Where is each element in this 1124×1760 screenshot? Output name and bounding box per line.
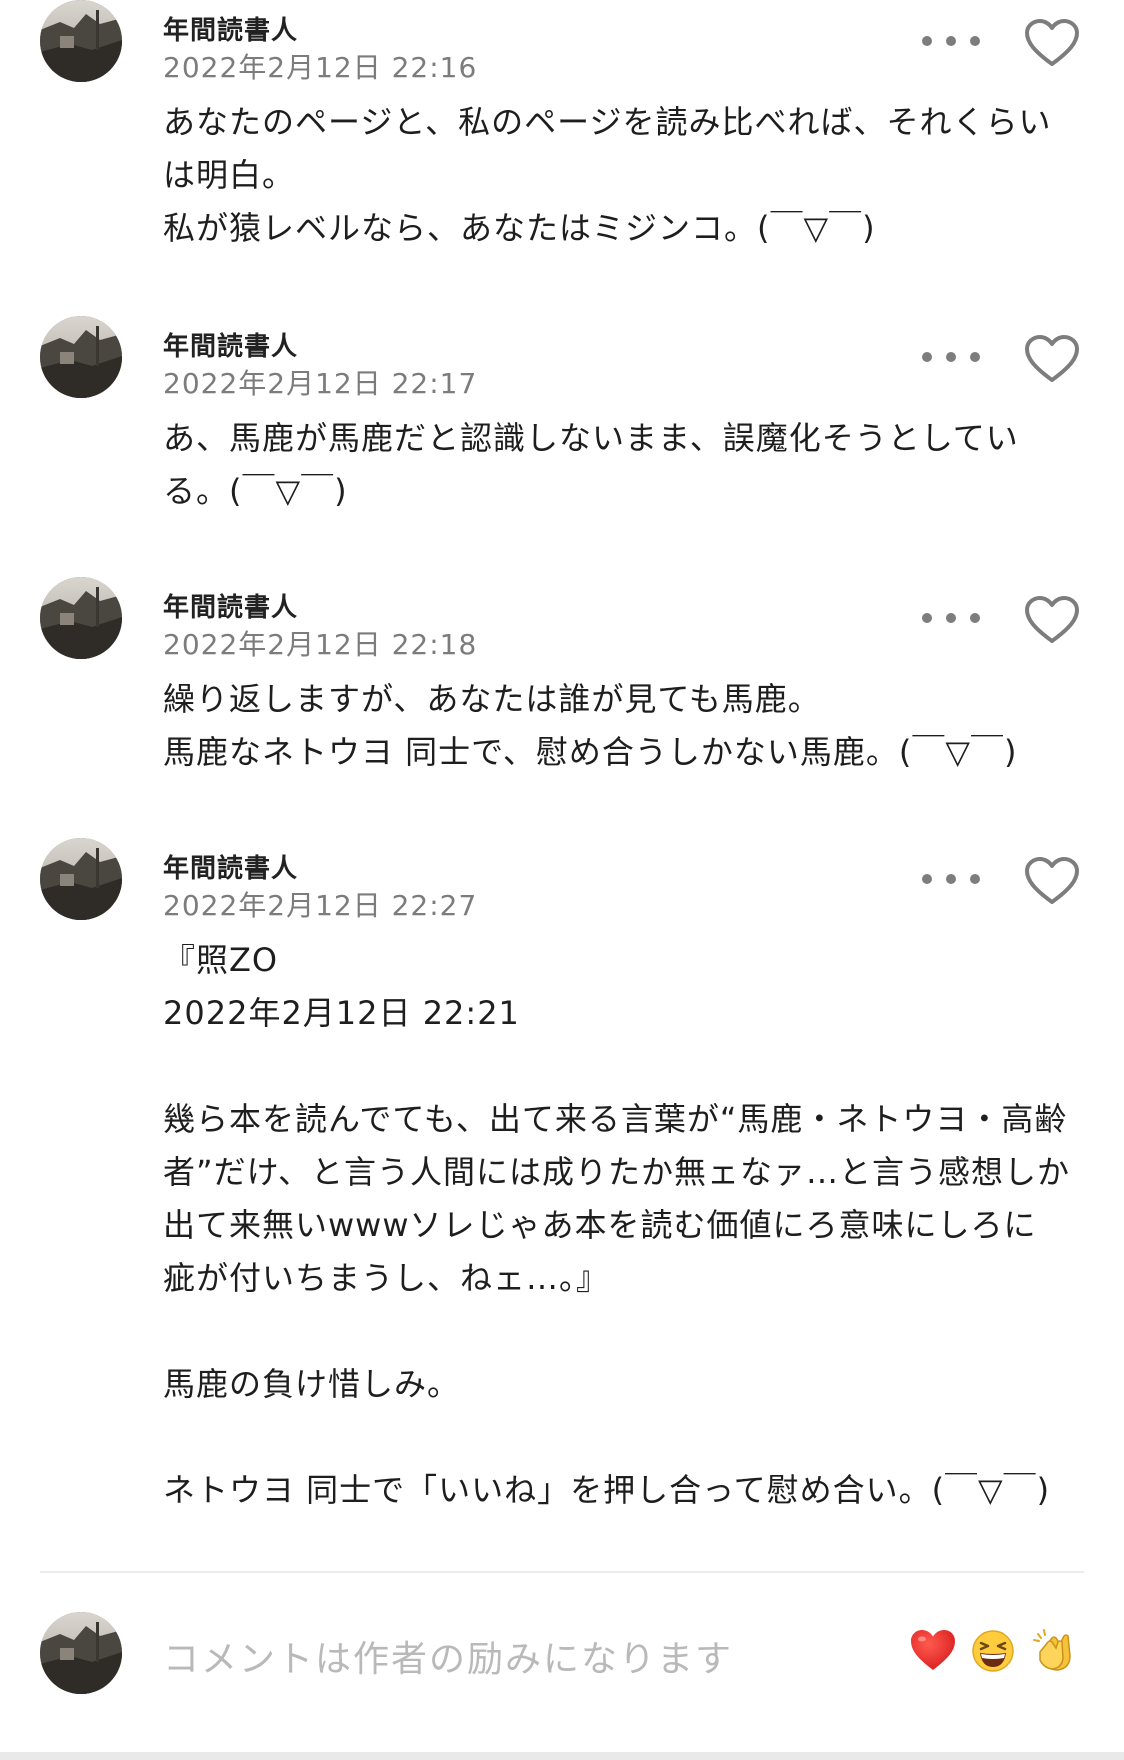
avatar[interactable] <box>40 316 122 398</box>
like-heart-icon[interactable] <box>1024 595 1080 645</box>
comment-date: 2022年2月12日 22:16 <box>163 51 478 84</box>
like-heart-icon[interactable] <box>1024 856 1080 906</box>
avatar[interactable] <box>40 0 122 82</box>
comment-line: 馬鹿の負け惜しみ。 <box>163 1365 461 1403</box>
comment-line: 繰り返しますが、あなたは誰が見ても馬鹿。 <box>163 680 821 718</box>
comment-line: 者”だけ、と言う人間には成りたか無ェなァ…と言う感想しか <box>163 1153 1070 1191</box>
comment-body: 繰り返しますが、あなたは誰が見ても馬鹿。 馬鹿なネトウヨ 同士で、慰め合うしかな… <box>163 673 1093 779</box>
comment-body: あなたのページと、私のページを読み比べれば、それくらい は明白。 私が猿レベルな… <box>163 96 1093 255</box>
comment-line: ネトウヨ 同士で「いいね」を押し合って慰め合い。(￣▽￣) <box>163 1471 1051 1509</box>
more-options-button[interactable] <box>922 603 980 633</box>
more-options-button[interactable] <box>922 864 980 894</box>
comment-line: 疵が付いちまうし、ねェ…。』 <box>163 1259 610 1297</box>
clapping-hands-icon[interactable] <box>1030 1626 1080 1676</box>
like-heart-icon[interactable] <box>1024 18 1080 68</box>
avatar[interactable] <box>40 838 122 920</box>
comment-body: あ、馬鹿が馬鹿だと認識しないまま、誤魔化そうとしてい る。(￣▽￣) <box>163 412 1093 518</box>
divider <box>40 1571 1084 1573</box>
more-options-button[interactable] <box>922 342 980 372</box>
comment-line: 出て来無いwwwソレじゃあ本を読む価値にろ意味にしろに <box>163 1206 1037 1244</box>
comment-line: は明白。 <box>163 156 296 194</box>
avatar-image <box>40 1612 122 1694</box>
comment-line: 『照ZO <box>163 941 279 979</box>
comment-author[interactable]: 年間読書人 <box>163 10 298 47</box>
comment-line: 私が猿レベルなら、あなたはミジンコ。(￣▽￣) <box>163 209 876 247</box>
avatar[interactable] <box>40 577 122 659</box>
bottom-edge <box>0 1752 1124 1760</box>
comment-line: 2022年2月12日 22:21 <box>163 994 520 1032</box>
comment-line: 幾ら本を読んでても、出て来る言葉が“馬鹿・ネトウヨ・高齢 <box>163 1100 1068 1138</box>
comment-date: 2022年2月12日 22:18 <box>163 628 478 661</box>
like-heart-icon[interactable] <box>1024 334 1080 384</box>
comment-body: 『照ZO 2022年2月12日 22:21 幾ら本を読んでても、出て来る言葉が“… <box>163 934 1093 1517</box>
comment-line: 馬鹿なネトウヨ 同士で、慰め合うしかない馬鹿。(￣▽￣) <box>163 733 1018 771</box>
grinning-squinting-face-icon[interactable] <box>968 1626 1018 1676</box>
more-options-button[interactable] <box>922 26 980 56</box>
comment-author[interactable]: 年間読書人 <box>163 848 298 885</box>
avatar-image <box>40 838 122 920</box>
comment-line: あなたのページと、私のページを読み比べれば、それくらい <box>163 103 1052 141</box>
comment-line: る。(￣▽￣) <box>163 472 348 510</box>
comment-input[interactable] <box>163 1624 883 1694</box>
comment-author[interactable]: 年間読書人 <box>163 587 298 624</box>
avatar-image <box>40 316 122 398</box>
current-user-avatar <box>40 1612 122 1694</box>
red-heart-icon[interactable] <box>908 1626 958 1676</box>
avatar-image <box>40 0 122 82</box>
avatar-image <box>40 577 122 659</box>
comment-author[interactable]: 年間読書人 <box>163 326 298 363</box>
comment-line: あ、馬鹿が馬鹿だと認識しないまま、誤魔化そうとしてい <box>163 419 1019 457</box>
comment-date: 2022年2月12日 22:17 <box>163 367 478 400</box>
comment-date: 2022年2月12日 22:27 <box>163 889 478 922</box>
